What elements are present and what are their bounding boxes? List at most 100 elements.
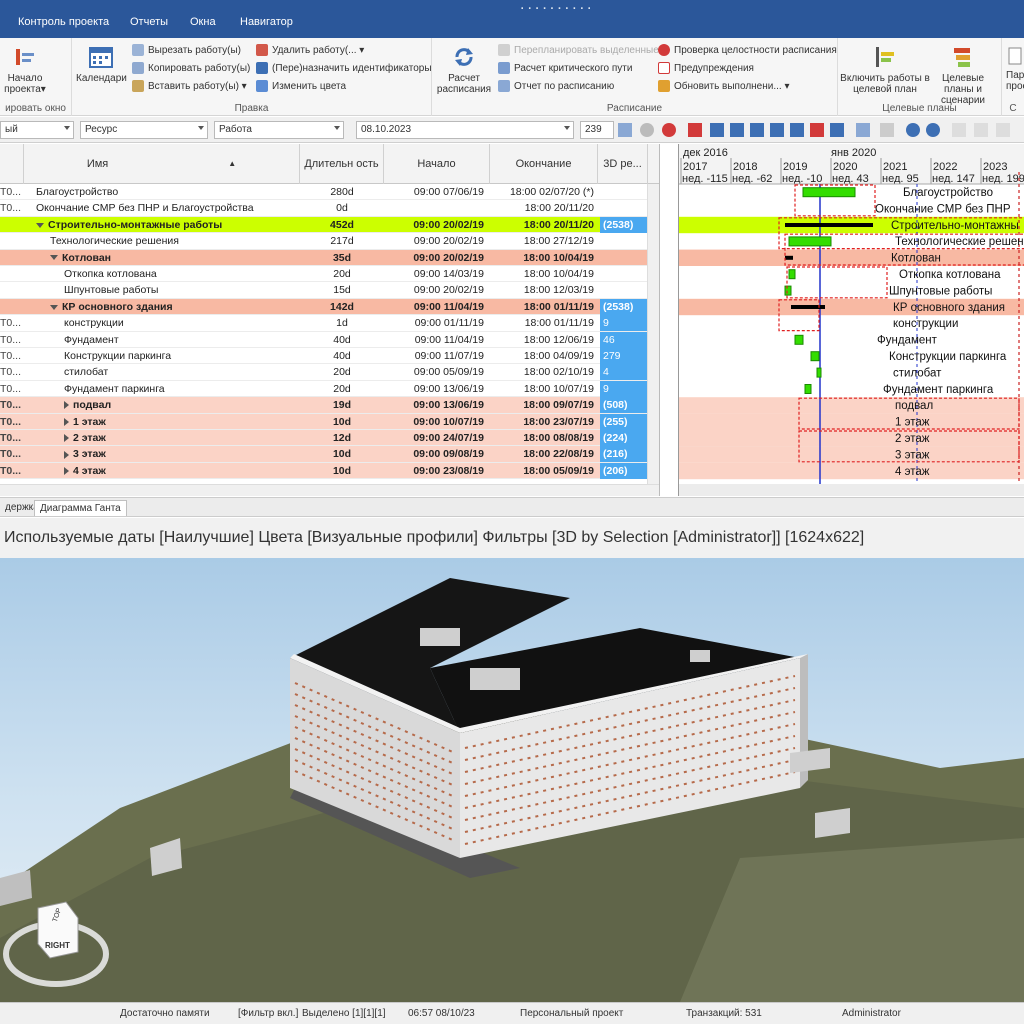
cell-3d-resources [600,250,648,266]
loop-icon[interactable] [830,123,844,137]
expand-closed-icon[interactable] [64,417,69,426]
date-field[interactable]: 08.10.2023 [356,121,574,139]
header-3d[interactable]: 3D ре... [598,144,648,184]
expand-open-icon[interactable] [36,222,44,228]
target-plans-button[interactable]: Целевые планы и сценарии [928,44,998,106]
table-row[interactable]: КР основного здания 142d 09:00 11/04/19 18:… [0,298,659,316]
table-row[interactable]: Т0... 3 этаж 10d 09:00 09/08/19 18:00 22/08/… [0,446,659,463]
cell-3d-resources: 9 [600,380,648,397]
play-selection-icon[interactable] [856,123,870,137]
update-progress-button[interactable]: Обновить выполнени... ▾ [658,78,789,94]
cell-end: 18:00 10/04/19 [523,268,594,280]
cell-3d-resources: 9 [600,315,648,332]
header-id[interactable] [0,144,24,184]
3d-viewport[interactable]: TOP RIGHT [0,558,1024,1002]
last-icon[interactable] [810,123,824,137]
table-row[interactable]: Т0... подвал 19d 09:00 13/06/19 18:00 09/07/… [0,397,659,414]
skip-forward-icon[interactable] [790,123,804,137]
calendars-button[interactable]: Календари [76,44,127,84]
skip-back-icon[interactable] [710,123,724,137]
calendar-small-icon[interactable] [618,123,632,137]
table-row[interactable]: Т0... Окончание СМР без ПНР и Благоустрой… [0,200,659,217]
table-row[interactable]: Т0... 2 этаж 12d 09:00 24/07/19 18:00 08/08/… [0,430,659,447]
table-row[interactable]: Шпунтовые работы 15d 09:00 20/02/19 18:00 1… [0,282,659,299]
table-row[interactable]: Т0... 4 этаж 10d 09:00 23/08/19 18:00 05/09/… [0,462,659,480]
table-row[interactable]: Откопка котлована 20d 09:00 14/03/19 18:00 … [0,266,659,283]
menu-navigator[interactable]: Навигатор [240,16,293,28]
header-end[interactable]: Окончание [490,144,598,184]
menu-windows[interactable]: Окна [190,16,216,28]
expand-closed-icon[interactable] [64,450,69,459]
ribbon-group-project: Начало проекта▾ ировать окно [0,38,72,116]
expand-open-icon[interactable] [50,255,58,261]
table-row[interactable]: Т0... Конструкции паркинга 40d 09:00 11/07/… [0,348,659,365]
unlink-icon[interactable] [974,123,988,137]
expand-closed-icon[interactable] [64,467,69,476]
table-row[interactable]: Т0... Фундамент паркинга 20d 09:00 13/06/19… [0,380,659,398]
reassign-ids-button[interactable]: (Пере)назначить идентификаторы [256,60,432,76]
step-back-icon[interactable] [730,123,744,137]
link-icon[interactable] [952,123,966,137]
gantt-task-label: Окончание СМР без ПНР [875,203,1011,215]
options-icon[interactable] [640,123,654,137]
calculate-schedule-button[interactable]: Расчет расписания [436,44,492,95]
copy-task-button[interactable]: Копировать работу(ы) [132,60,250,76]
split-icon[interactable] [996,123,1010,137]
table-row[interactable]: Технологические решения 217d 09:00 20/02/1… [0,233,659,250]
task-name: Фундамент паркинга [64,382,165,395]
include-in-target-button[interactable]: Включить работы в целевой план [840,44,930,95]
expand-closed-icon[interactable] [64,434,69,443]
cut-task-button[interactable]: Вырезать работу(ы) [132,42,241,58]
gantt-scrollbar [679,484,1024,496]
project-params-button[interactable]: Пар проек [1006,44,1024,92]
up-circle-icon[interactable] [926,123,940,137]
grid-header: Имя ▲ Длительн ость Начало Окончание 3D р… [0,144,659,184]
view-combo[interactable]: ый [0,121,74,139]
menu-reports[interactable]: Отчеты [130,16,168,28]
table-row[interactable]: Т0... стилобат 20d 09:00 05/09/19 18:00 02/1… [0,364,659,381]
change-colors-button[interactable]: Изменить цвета [256,78,346,94]
grid-vertical-scrollbar[interactable] [647,184,659,484]
task-grid: Имя ▲ Длительн ость Начало Окончание 3D р… [0,144,660,496]
warnings-button[interactable]: Предупреждения [658,60,754,76]
refresh-icon [451,44,477,70]
table-row[interactable]: Т0... конструкции 1d 09:00 01/11/19 18:00 01… [0,315,659,332]
cell-3d-resources: (2538) [600,298,648,315]
outbuilding [815,808,850,838]
play-icon[interactable] [770,123,784,137]
integrity-check-button[interactable]: Проверка целостности расписания [658,42,837,58]
paste-task-button[interactable]: Вставить работу(ы) ▾ [132,78,247,94]
cell-start: 09:00 20/02/19 [413,218,484,231]
expand-closed-icon[interactable] [64,401,69,410]
gantt-row-bg [679,430,1024,447]
critical-path-button[interactable]: Расчет критического пути [498,60,632,76]
table-row[interactable]: Котлован 35d 09:00 20/02/19 18:00 10/04/19 [0,249,659,266]
project-start-button[interactable]: Начало проекта▾ [2,44,48,95]
grid-horizontal-scrollbar[interactable] [0,484,659,496]
stop-icon[interactable] [750,123,764,137]
settings-icon[interactable] [880,123,894,137]
table-row[interactable]: Т0... 1 этаж 10d 09:00 10/07/19 18:00 23/07/… [0,413,659,430]
cell-duration: 19d [332,399,352,412]
header-name[interactable]: Имя ▲ [24,144,300,184]
task-combo[interactable]: Работа [214,121,344,139]
table-row[interactable]: Строительно-монтажные работы 452d 09:00 20… [0,216,659,234]
header-duration[interactable]: Длительн ость [300,144,384,184]
task-name: Строительно-монтажные работы [48,218,223,231]
replan-selected-button[interactable]: Перепланировать выделенные [498,42,659,58]
menu-project-control[interactable]: Контроль проекта [18,16,109,28]
table-row[interactable]: Т0... Фундамент 40d 09:00 11/04/19 18:00 12/… [0,331,659,348]
schedule-report-button[interactable]: Отчет по расписанию [498,78,614,94]
expand-open-icon[interactable] [50,304,58,310]
down-circle-icon[interactable] [906,123,920,137]
record-icon[interactable] [662,123,676,137]
header-start[interactable]: Начало [384,144,490,184]
table-row[interactable]: Т0... Благоустройство 280d 09:00 07/06/19 18… [0,184,659,201]
number-field[interactable]: 239 [580,121,614,139]
delete-task-button[interactable]: Удалить работу(... ▾ [256,42,364,58]
gantt-week-label: нед. -10 [782,173,822,185]
resource-combo[interactable]: Ресурс [80,121,208,139]
first-icon[interactable] [688,123,702,137]
tab-gantt[interactable]: Диаграмма Ганта [34,500,127,516]
gantt-year-label: 2023 [983,161,1007,173]
